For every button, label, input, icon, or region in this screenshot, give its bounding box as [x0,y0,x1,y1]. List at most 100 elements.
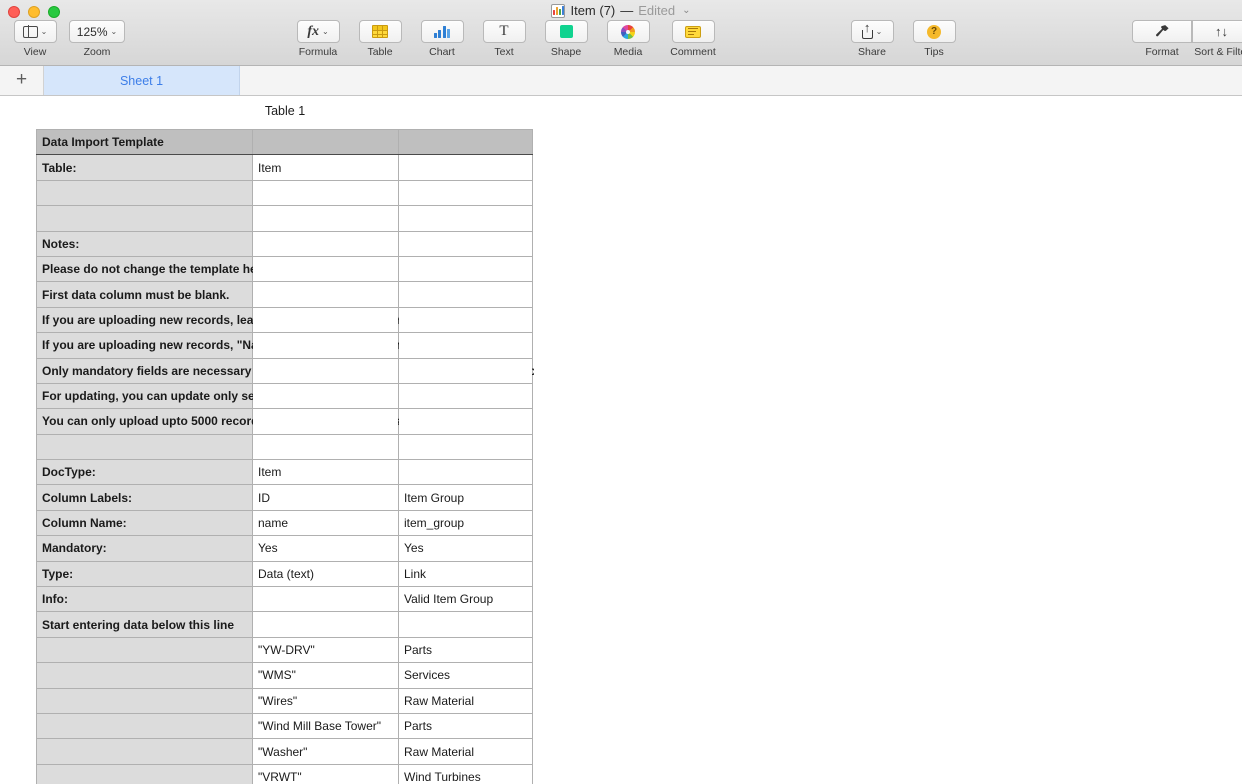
table-cell[interactable]: Services [399,663,533,688]
toolbar-shape-button[interactable]: Shape [539,20,593,58]
table-cell[interactable] [399,434,533,459]
table-row[interactable]: "YW-DRV"Parts [37,637,533,662]
table-row[interactable]: You can only upload upto 5000 records in… [37,409,533,434]
table-cell[interactable] [253,587,399,612]
table-cell[interactable] [37,713,253,738]
table-cell[interactable]: item_group [399,510,533,535]
table-cell[interactable]: Table: [37,155,253,180]
table-cell[interactable]: Column Name: [37,510,253,535]
table-cell[interactable] [399,155,533,180]
table-row[interactable]: Only mandatory fields are necessary for … [37,358,533,383]
table-cell[interactable]: Info: [37,587,253,612]
table-cell[interactable]: "Wind Mill Base Tower" [253,713,399,738]
table-cell[interactable]: DocType: [37,460,253,485]
table-cell[interactable] [37,434,253,459]
table-cell[interactable]: Only mandatory fields are necessary for … [37,358,253,383]
toolbar-formula-button[interactable]: fx ⌄ Formula [291,20,345,58]
table-row[interactable]: Start entering data below this line [37,612,533,637]
table-cell[interactable] [37,180,253,205]
table-cell[interactable] [399,206,533,231]
table-cell[interactable] [37,739,253,764]
toolbar-share-button[interactable]: ⌄ Share [845,20,899,58]
table-cell[interactable]: Wind Turbines [399,764,533,784]
table-cell[interactable]: "VRWT" [253,764,399,784]
table-cell[interactable] [253,130,399,155]
table-cell[interactable] [399,333,533,358]
minimize-button[interactable] [28,6,40,18]
toolbar-chart-button[interactable]: Chart [415,20,469,58]
table-cell[interactable] [253,358,399,383]
table-cell[interactable] [253,282,399,307]
table-cell[interactable]: Item [253,155,399,180]
table-cell[interactable]: First data column must be blank. [37,282,253,307]
table-cell[interactable]: Parts [399,713,533,738]
table-row[interactable]: Table:Item [37,155,533,180]
table-cell[interactable]: ID [253,485,399,510]
table-cell[interactable] [253,231,399,256]
table-cell[interactable]: Data (text) [253,561,399,586]
table-cell[interactable] [399,231,533,256]
table-cell[interactable] [37,764,253,784]
table-cell[interactable]: Item [253,460,399,485]
sheet-tab-sheet-1[interactable]: Sheet 1 [44,66,240,95]
table-row[interactable]: "Wires"Raw Material [37,688,533,713]
table-row[interactable]: Type:Data (text)Link [37,561,533,586]
table-row[interactable]: Please do not change the template headin… [37,256,533,281]
toolbar-media-button[interactable]: Media [601,20,655,58]
table-cell[interactable]: If you are uploading new records, "Namin… [37,333,253,358]
table-cell[interactable] [399,358,533,383]
table-cell[interactable] [253,307,399,332]
table-row[interactable]: If you are uploading new records, "Namin… [37,333,533,358]
table-cell[interactable]: Parts [399,637,533,662]
table-row[interactable]: "VRWT"Wind Turbines [37,764,533,784]
toolbar-table-button[interactable]: Table [353,20,407,58]
table-cell[interactable] [253,206,399,231]
table-cell[interactable] [399,256,533,281]
table-cell[interactable] [37,206,253,231]
table-row[interactable]: First data column must be blank. [37,282,533,307]
toolbar-zoom-button[interactable]: 125% ⌄ Zoom [70,20,124,58]
title-chevron-down-icon[interactable]: ⌄ [682,5,690,16]
table-cell[interactable]: Yes [253,536,399,561]
table-name-label[interactable]: Table 1 [0,104,570,118]
toolbar-comment-button[interactable]: Comment [663,20,723,58]
table-cell[interactable]: Start entering data below this line [37,612,253,637]
toolbar-tips-button[interactable]: ? Tips [907,20,961,58]
table-cell[interactable]: You can only upload upto 5000 records in… [37,409,253,434]
table-row[interactable]: "WMS"Services [37,663,533,688]
table-cell[interactable]: Type: [37,561,253,586]
table-cell[interactable]: Please do not change the template headin… [37,256,253,281]
table-row[interactable]: Column Labels:IDItem Group [37,485,533,510]
table-cell[interactable] [37,688,253,713]
table-cell[interactable] [399,130,533,155]
table-cell[interactable] [253,383,399,408]
table-row[interactable]: Mandatory:YesYes [37,536,533,561]
table-cell[interactable] [399,383,533,408]
maximize-button[interactable] [48,6,60,18]
table-cell[interactable] [253,333,399,358]
table-cell[interactable]: For updating, you can update only select… [37,383,253,408]
table-cell[interactable] [253,409,399,434]
table-cell[interactable] [399,180,533,205]
table-cell[interactable] [399,612,533,637]
table-cell[interactable]: Notes: [37,231,253,256]
table-cell[interactable]: Yes [399,536,533,561]
table-row[interactable]: Info:Valid Item Group [37,587,533,612]
table-row[interactable]: DocType:Item [37,460,533,485]
table-cell[interactable]: "Washer" [253,739,399,764]
table-cell[interactable] [37,637,253,662]
close-button[interactable] [8,6,20,18]
table-cell[interactable]: name [253,510,399,535]
table-cell[interactable] [253,434,399,459]
table-cell[interactable] [253,180,399,205]
toolbar-view-button[interactable]: ⌄ View [8,20,62,58]
spreadsheet-table[interactable]: Data Import TemplateTable:ItemNotes:Plea… [36,129,533,784]
toolbar-sort-filter-button[interactable]: ↑↓ Sort & Filter [1192,20,1242,58]
table-row[interactable] [37,434,533,459]
table-row[interactable]: Notes: [37,231,533,256]
table-cell[interactable]: Raw Material [399,739,533,764]
table-cell[interactable]: "Wires" [253,688,399,713]
table-cell[interactable] [399,409,533,434]
table-row[interactable]: If you are uploading new records, leave … [37,307,533,332]
toolbar-text-button[interactable]: T Text [477,20,531,58]
